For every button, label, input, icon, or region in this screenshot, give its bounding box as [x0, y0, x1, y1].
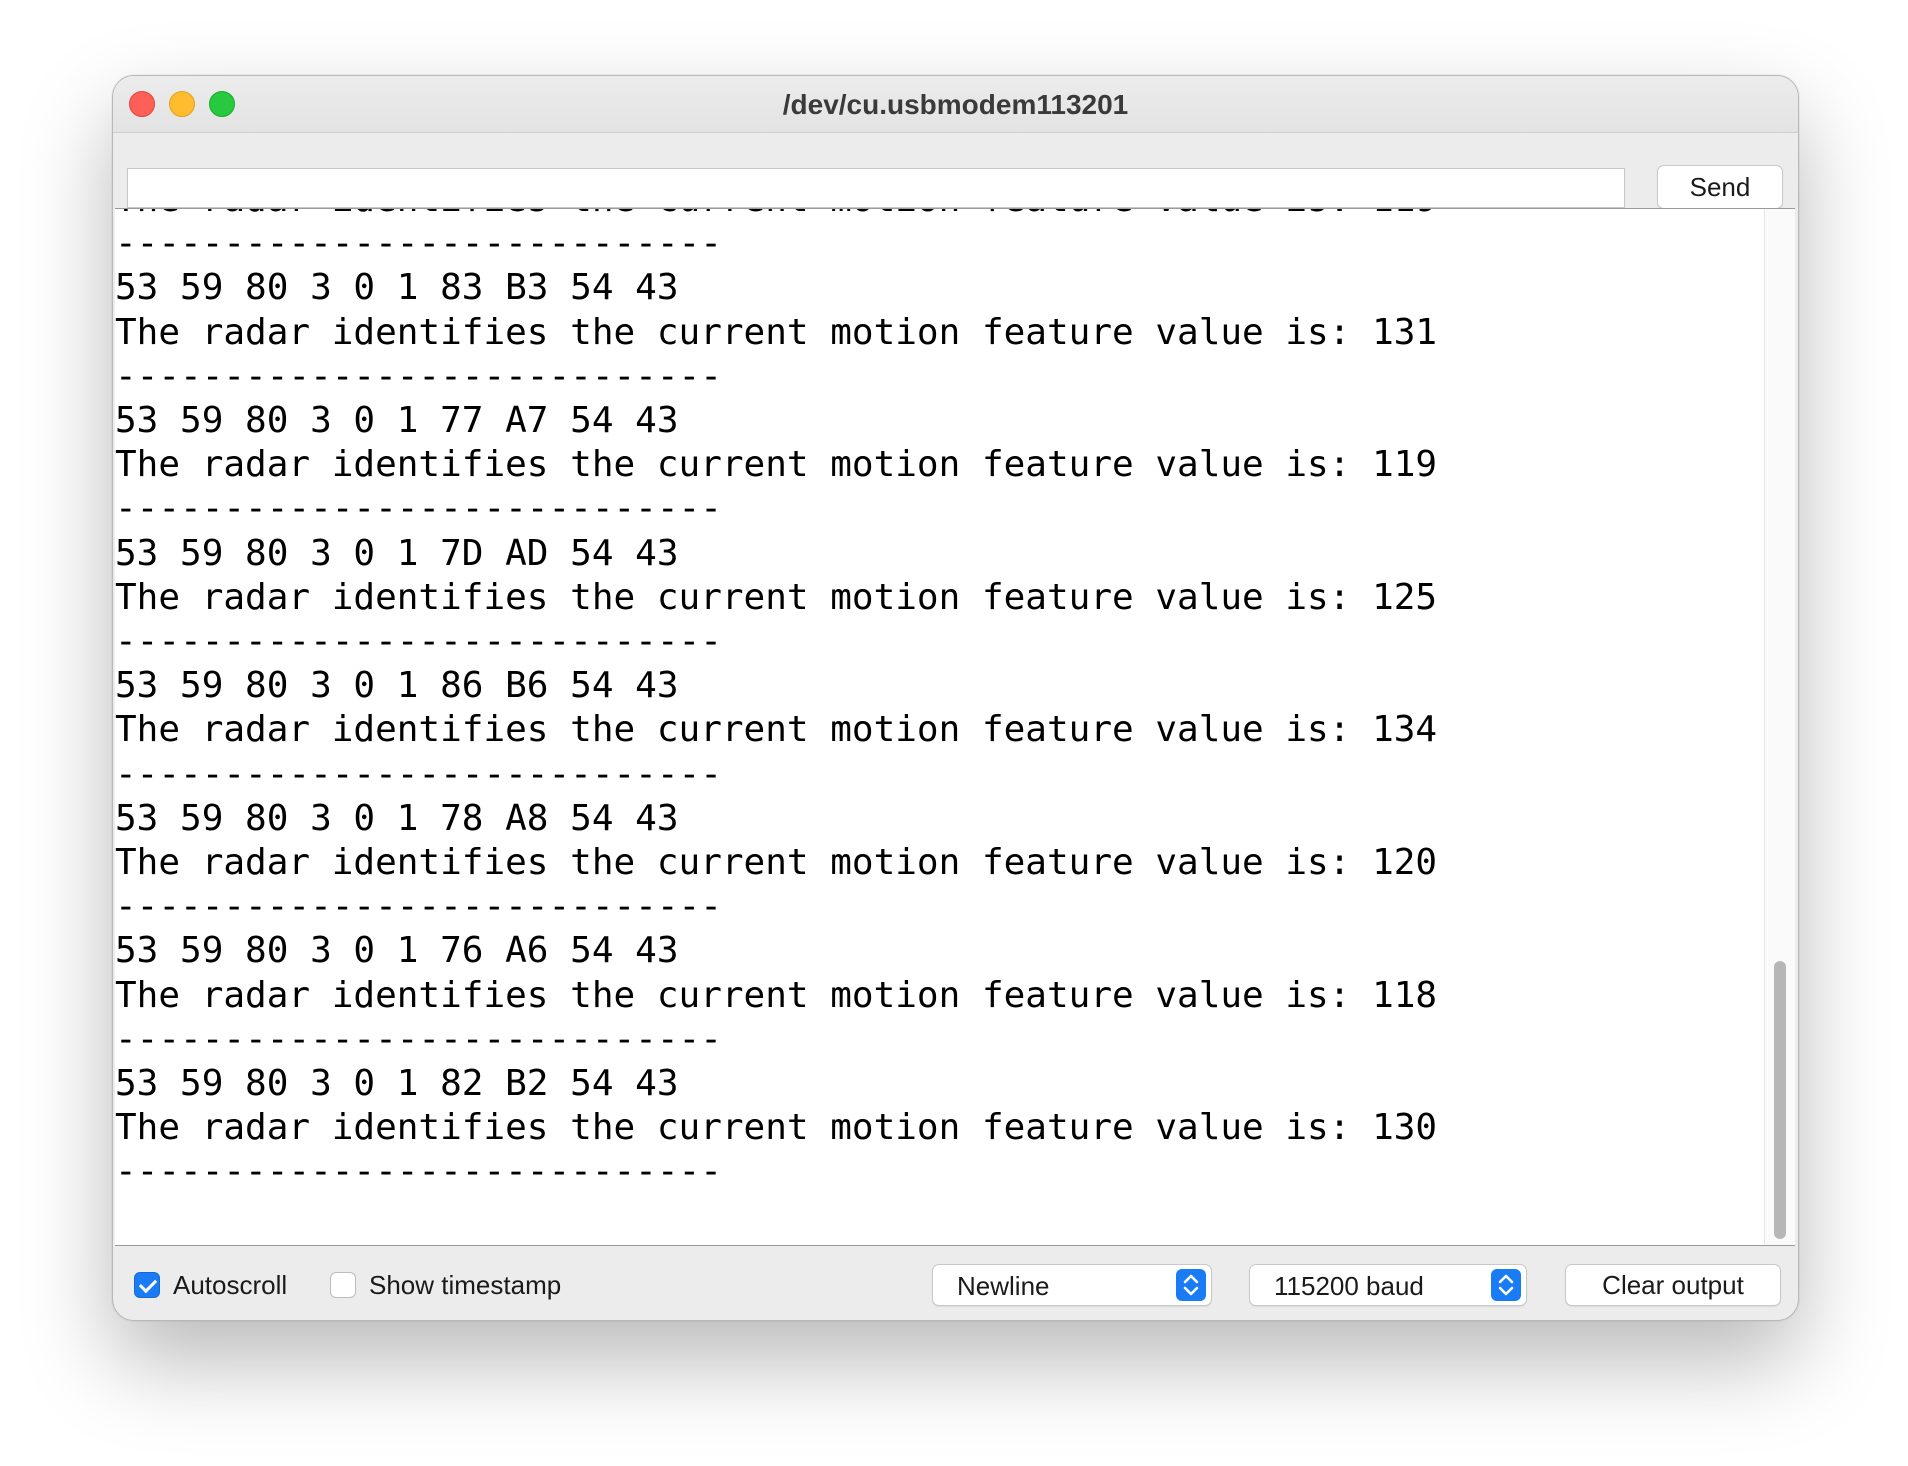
output-line: 53 59 80 3 0 1 86 B6 54 43 — [115, 665, 679, 707]
output-line: The radar identifies the current motion … — [115, 311, 1438, 353]
output-line: The radar identifies the current motion … — [115, 1107, 1438, 1149]
output-line: 53 59 80 3 0 1 83 B3 54 43 — [115, 267, 679, 309]
output-line: 53 59 80 3 0 1 82 B2 54 43 — [115, 1063, 679, 1105]
separator-line: ---------------------------- — [115, 886, 722, 928]
separator-line: ---------------------------- — [115, 1018, 722, 1060]
send-button[interactable]: Send — [1657, 165, 1783, 209]
clear-output-button[interactable]: Clear output — [1565, 1264, 1781, 1306]
serial-output-area[interactable]: The radar identifies the current motion … — [115, 208, 1795, 1246]
separator-line: ---------------------------- — [115, 621, 722, 663]
separator-line: ---------------------------- — [115, 355, 722, 397]
output-line: The radar identifies the current motion … — [115, 576, 1438, 618]
output-line: 53 59 80 3 0 1 77 A7 54 43 — [115, 400, 679, 442]
line-ending-value: Newline — [957, 1271, 1050, 1301]
window-title: /dev/cu.usbmodem113201 — [782, 89, 1129, 120]
output-line: The radar identifies the current motion … — [115, 842, 1438, 884]
output-line: 53 59 80 3 0 1 7D AD 54 43 — [115, 532, 679, 574]
output-line: 53 59 80 3 0 1 78 A8 54 43 — [115, 797, 679, 839]
separator-line: ---------------------------- — [115, 1151, 722, 1193]
output-line: 53 59 80 3 0 1 76 A6 54 43 — [115, 930, 679, 972]
separator-line: ---------------------------- — [115, 223, 722, 265]
show-timestamp-label: Show timestamp — [369, 1270, 562, 1300]
output-line: The radar identifies the current motion … — [115, 974, 1438, 1016]
chevron-updown-icon — [1491, 1269, 1521, 1301]
title-bar[interactable]: /dev/cu.usbmodem113201 — [113, 76, 1798, 133]
chevron-updown-icon — [1176, 1269, 1206, 1301]
baud-rate-value: 115200 baud — [1274, 1271, 1424, 1301]
vertical-scrollbar[interactable] — [1764, 209, 1795, 1245]
autoscroll-label: Autoscroll — [173, 1270, 288, 1300]
scrollbar-thumb[interactable] — [1774, 961, 1786, 1239]
autoscroll-checkbox[interactable] — [134, 1272, 160, 1298]
output-lines: The radar identifies the current motion … — [115, 209, 1438, 1195]
output-line: The radar identifies the current motion … — [115, 209, 1437, 222]
separator-line: ---------------------------- — [115, 753, 722, 795]
serial-monitor-window: /dev/cu.usbmodem113201 Send The radar id… — [112, 75, 1799, 1321]
send-input[interactable] — [127, 168, 1625, 208]
separator-line: ---------------------------- — [115, 488, 722, 530]
show-timestamp-checkbox[interactable] — [330, 1272, 356, 1298]
output-line: The radar identifies the current motion … — [115, 444, 1438, 486]
line-ending-select[interactable]: Newline — [932, 1264, 1212, 1306]
output-line: The radar identifies the current motion … — [115, 709, 1438, 751]
baud-rate-select[interactable]: 115200 baud — [1249, 1264, 1527, 1306]
